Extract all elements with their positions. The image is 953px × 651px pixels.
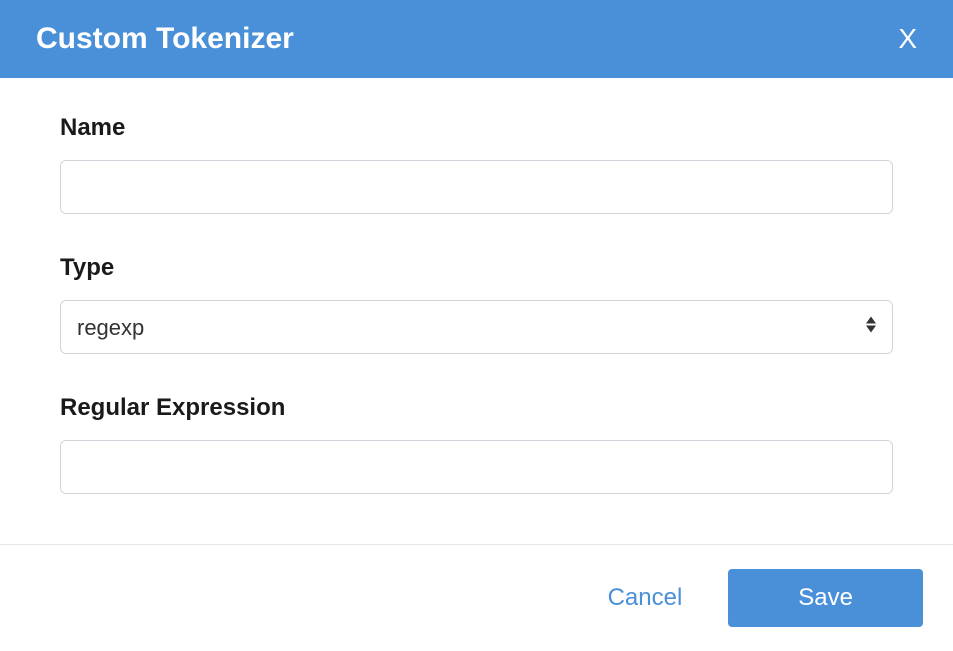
close-button[interactable]: X: [892, 23, 923, 55]
save-button[interactable]: Save: [728, 569, 923, 627]
type-select-wrapper: regexp: [60, 300, 893, 354]
form-group-type: Type regexp: [60, 254, 893, 354]
name-input[interactable]: [60, 160, 893, 214]
modal-footer: Cancel Save: [0, 544, 953, 651]
cancel-button[interactable]: Cancel: [600, 572, 691, 624]
type-label: Type: [60, 254, 893, 282]
modal-title: Custom Tokenizer: [36, 22, 294, 56]
regex-label: Regular Expression: [60, 394, 893, 422]
form-group-name: Name: [60, 114, 893, 214]
regex-input[interactable]: [60, 440, 893, 494]
name-label: Name: [60, 114, 893, 142]
type-select[interactable]: regexp: [60, 300, 893, 354]
form-group-regex: Regular Expression: [60, 394, 893, 494]
modal-header: Custom Tokenizer X: [0, 0, 953, 78]
modal-body: Name Type regexp Regular Expression: [0, 78, 953, 544]
